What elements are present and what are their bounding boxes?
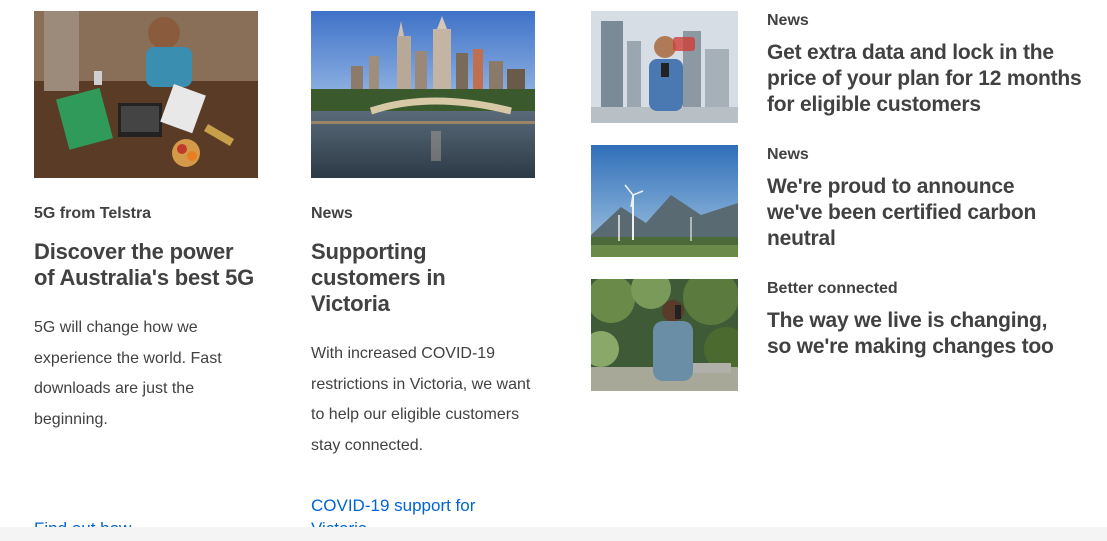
card-title[interactable]: Supporting customers in Victoria	[311, 239, 501, 317]
wind-turbines-photo[interactable]	[591, 145, 738, 257]
card-description: With increased COVID-19 restrictions in …	[311, 345, 531, 454]
news-item-changes[interactable]: Better connected The way we live is chan…	[591, 279, 1091, 391]
news-title[interactable]: We're proud to announce we've been certi…	[767, 174, 1067, 252]
news-title[interactable]: Get extra data and lock in the price of …	[767, 40, 1089, 118]
person-at-desk-photo[interactable]	[34, 11, 258, 178]
card-description: 5G will change how we experience the wor…	[34, 319, 222, 428]
news-title[interactable]: The way we live is changing, so we're ma…	[767, 308, 1077, 360]
card-5g[interactable]: 5G from Telstra Discover the power of Au…	[34, 11, 258, 435]
card-eyebrow: 5G from Telstra	[34, 205, 152, 222]
card-eyebrow: News	[311, 205, 353, 222]
melbourne-skyline-photo[interactable]	[311, 11, 535, 178]
man-with-phone-photo[interactable]	[591, 11, 738, 123]
news-eyebrow: News	[767, 12, 809, 29]
card-victoria[interactable]: News Supporting customers in Victoria Wi…	[311, 11, 535, 461]
news-eyebrow: Better connected	[767, 280, 898, 297]
news-item-extra-data[interactable]: News Get extra data and lock in the pric…	[591, 11, 1091, 123]
news-item-carbon-neutral[interactable]: News We're proud to announce we've been …	[591, 145, 1091, 257]
page-bottom-edge	[0, 527, 1107, 541]
card-title[interactable]: Discover the power of Australia's best 5…	[34, 239, 258, 291]
man-on-phone-garden-photo[interactable]	[591, 279, 738, 391]
news-eyebrow: News	[767, 146, 809, 163]
